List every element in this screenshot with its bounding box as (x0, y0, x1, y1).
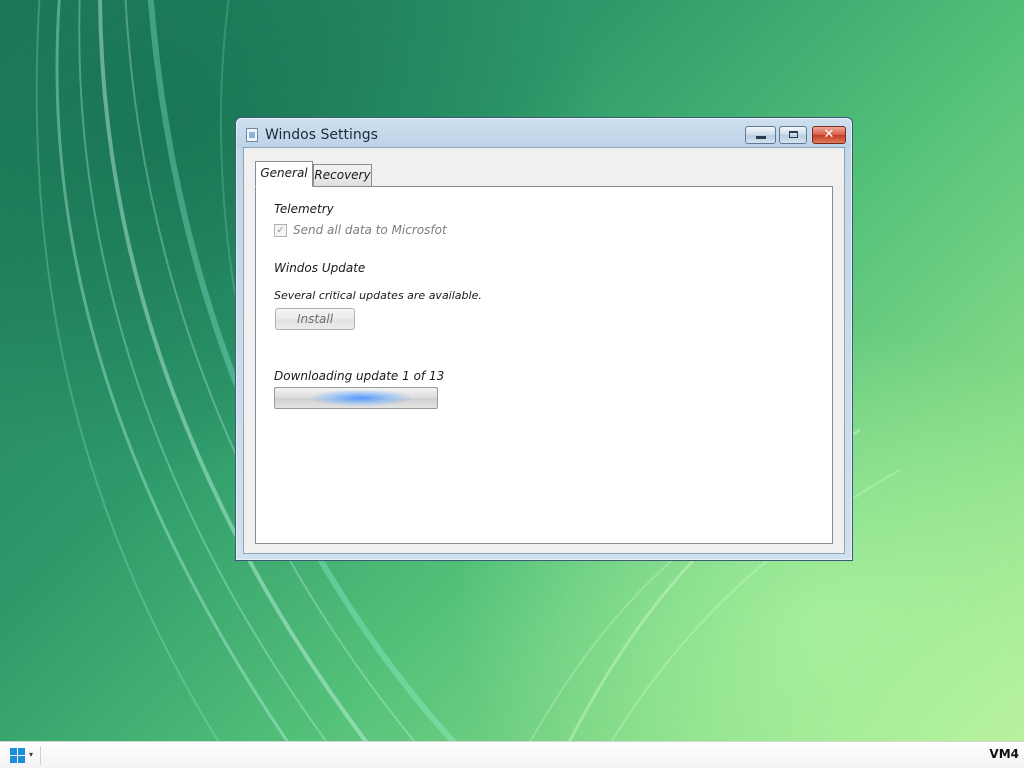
send-data-checkbox[interactable]: ✓ (274, 224, 287, 237)
send-data-checkbox-label[interactable]: Send all data to Microsfot (293, 223, 447, 237)
maximize-button[interactable] (779, 126, 807, 144)
update-heading: Windos Update (274, 261, 366, 275)
window-app-icon (246, 128, 258, 142)
taskbar: ▾ VM4 (0, 741, 1024, 768)
window-client-area: General Recovery Telemetry ✓ Send all da… (243, 147, 845, 554)
window-titlebar[interactable]: Windos Settings ✕ (236, 118, 852, 148)
tab-general[interactable]: General (255, 161, 313, 187)
close-icon: ✕ (823, 127, 835, 142)
close-button[interactable]: ✕ (812, 126, 846, 144)
update-status-text: Several critical updates are available. (274, 289, 482, 302)
start-menu-arrow-icon: ▾ (29, 750, 34, 759)
tab-recovery[interactable]: Recovery (313, 164, 372, 186)
maximize-icon (789, 131, 798, 138)
download-status-label: Downloading update 1 of 13 (274, 369, 445, 383)
general-tab-panel: Telemetry ✓ Send all data to Microsfot W… (255, 186, 833, 544)
window-title: Windos Settings (265, 127, 378, 143)
minimize-button[interactable] (745, 126, 776, 144)
install-button[interactable]: Install (275, 308, 355, 330)
desktop-background: Windos Settings ✕ General Recovery Telem… (0, 0, 1024, 741)
telemetry-heading: Telemetry (274, 202, 334, 216)
settings-window: Windos Settings ✕ General Recovery Telem… (235, 117, 853, 561)
taskbar-separator (40, 746, 41, 765)
minimize-icon (756, 136, 766, 139)
progress-marquee-glow (311, 390, 411, 406)
windows-logo-icon (10, 748, 26, 763)
vm-label: VM4 (989, 747, 1019, 761)
start-button[interactable]: ▾ (4, 745, 38, 765)
download-progress-bar (274, 387, 438, 409)
